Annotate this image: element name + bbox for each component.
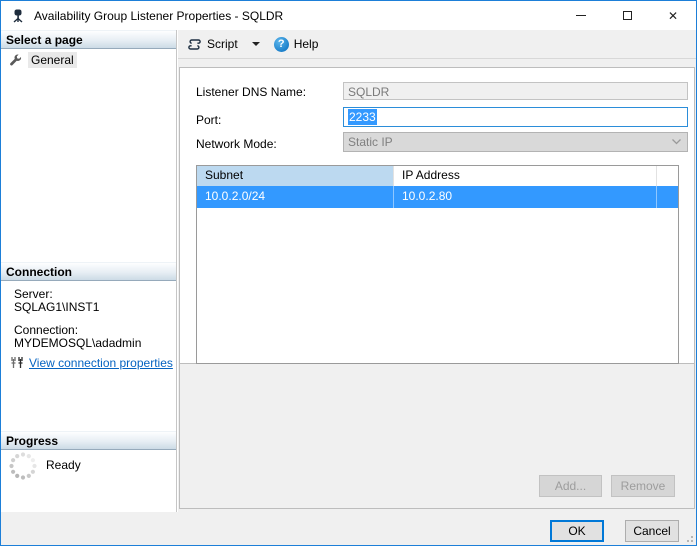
- network-mode-dropdown: Static IP: [343, 132, 688, 152]
- close-icon: ✕: [667, 8, 679, 23]
- progress-header: Progress: [1, 431, 176, 450]
- server-value: SQLAG1\INST1: [14, 300, 100, 314]
- script-button[interactable]: Script: [183, 32, 242, 56]
- page-title: Availability Group Listener Properties -…: [34, 8, 284, 23]
- remove-button: Remove: [611, 475, 675, 497]
- minimize-button[interactable]: [558, 1, 604, 30]
- help-icon: ?: [273, 36, 289, 52]
- script-icon: [188, 38, 201, 50]
- bottom-bar: OK Cancel: [1, 512, 696, 545]
- filler-column-header: [657, 166, 678, 186]
- sidebar-item-label: General: [28, 52, 77, 68]
- table-header-row: Subnet IP Address: [197, 166, 678, 186]
- dialog-window: Availability Group Listener Properties -…: [0, 0, 697, 546]
- listener-dns-name-label: Listener DNS Name:: [196, 85, 307, 99]
- window-controls: ✕: [558, 1, 696, 30]
- subnet-column-header[interactable]: Subnet: [197, 166, 394, 186]
- listener-dns-name-field: SQLDR: [343, 82, 688, 100]
- script-dropdown-button[interactable]: [242, 32, 270, 56]
- dropdown-chevron-icon: [672, 139, 681, 145]
- network-mode-value: Static IP: [348, 135, 393, 149]
- progress-spinner-icon: [9, 452, 37, 480]
- filler-cell: [657, 186, 678, 208]
- maximize-icon: [622, 11, 632, 20]
- listener-app-icon: [13, 9, 23, 23]
- ok-button[interactable]: OK: [550, 520, 604, 542]
- chevron-down-icon: [251, 42, 260, 46]
- port-selected-text: 2233: [348, 109, 377, 125]
- connection-label: Connection:: [14, 323, 79, 337]
- view-connection-properties-link[interactable]: View connection properties: [29, 356, 173, 370]
- toolbar: Script ? Help: [178, 30, 696, 59]
- script-label: Script: [207, 37, 238, 51]
- connection-header: Connection: [1, 262, 176, 281]
- connection-value: MYDEMOSQL\adadmin: [14, 336, 142, 350]
- minimize-icon: [576, 15, 586, 16]
- progress-status: Ready: [46, 458, 81, 472]
- help-button[interactable]: ? Help: [270, 32, 323, 56]
- cancel-button[interactable]: Cancel: [625, 520, 679, 542]
- subnet-cell: 10.0.2.0/24: [197, 186, 394, 208]
- resize-grip[interactable]: [682, 531, 694, 543]
- select-a-page-header: Select a page: [1, 30, 176, 49]
- main-panel: Script ? Help Listener DNS Name: SQLDR P…: [178, 30, 696, 512]
- sidebar: Select a page General Connection Server:…: [1, 30, 177, 512]
- table-row[interactable]: 10.0.2.0/24 10.0.2.80: [197, 186, 678, 208]
- server-label: Server:: [14, 287, 53, 301]
- network-mode-label: Network Mode:: [196, 137, 277, 151]
- connection-properties-icon: [11, 357, 23, 368]
- port-input[interactable]: 2233: [343, 107, 688, 127]
- view-connection-properties-row: View connection properties: [9, 355, 173, 371]
- close-button[interactable]: ✕: [650, 1, 696, 30]
- ip-address-cell: 10.0.2.80: [394, 186, 657, 208]
- ip-address-column-header[interactable]: IP Address: [394, 166, 657, 186]
- wrench-icon: [10, 53, 22, 65]
- form-section: Listener DNS Name: SQLDR Port: 2233 Netw…: [180, 68, 694, 364]
- help-label: Help: [293, 37, 319, 51]
- sidebar-item-general[interactable]: General: [1, 51, 176, 69]
- port-label: Port:: [196, 113, 222, 127]
- subnet-table: Subnet IP Address 10.0.2.0/24 10.0.2.80: [196, 165, 679, 364]
- general-page: Listener DNS Name: SQLDR Port: 2233 Netw…: [179, 67, 695, 509]
- add-button: Add...: [539, 475, 602, 497]
- titlebar: Availability Group Listener Properties -…: [1, 1, 696, 30]
- maximize-button[interactable]: [604, 1, 650, 30]
